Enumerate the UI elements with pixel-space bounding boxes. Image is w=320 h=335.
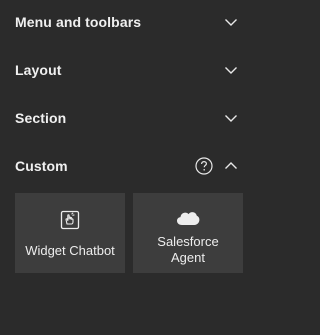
- chevron-up-icon[interactable]: [224, 159, 238, 173]
- chevron-down-icon[interactable]: [224, 15, 238, 29]
- salesforce-agent-tile[interactable]: Salesforce Agent: [133, 193, 243, 273]
- section-header-menu-and-toolbars[interactable]: Menu and toolbars: [0, 2, 255, 42]
- tile-label-line-1: Salesforce: [157, 234, 219, 249]
- tile-label-line-2: Agent: [171, 250, 205, 265]
- chevron-down-icon[interactable]: [224, 111, 238, 125]
- section-header-layout[interactable]: Layout: [0, 50, 255, 90]
- section-header-section[interactable]: Section: [0, 98, 255, 138]
- custom-widget-tiles: Widget Chatbot Salesforce Agent: [15, 193, 243, 273]
- chatbot-icon: [60, 210, 80, 235]
- section-title: Custom: [15, 158, 68, 174]
- chevron-down-icon[interactable]: [224, 63, 238, 77]
- help-circle-icon[interactable]: [195, 157, 213, 175]
- tile-label: Widget Chatbot: [25, 243, 115, 258]
- section-title: Menu and toolbars: [15, 14, 142, 30]
- salesforce-cloud-icon: [176, 210, 200, 231]
- widget-chatbot-tile[interactable]: Widget Chatbot: [15, 193, 125, 273]
- section-title: Layout: [15, 62, 62, 78]
- section-title: Section: [15, 110, 67, 126]
- section-header-custom[interactable]: Custom: [0, 146, 255, 186]
